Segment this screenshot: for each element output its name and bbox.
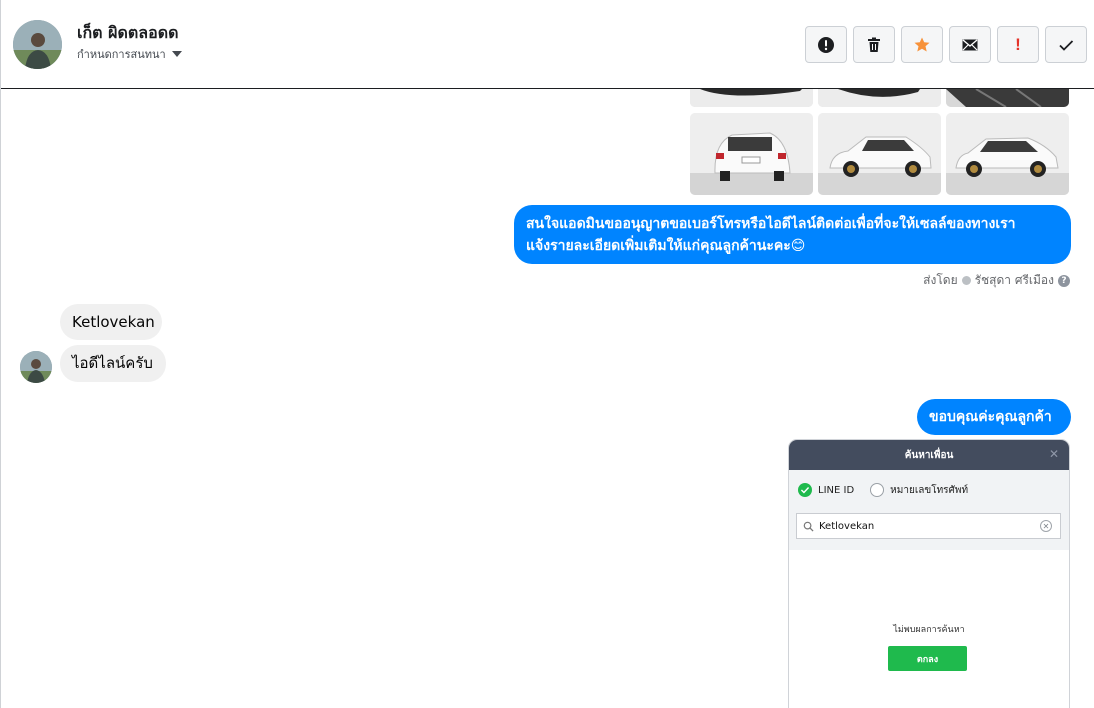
check-circle-icon [798,483,812,497]
conversation-header: เก็ต ผิดตลอดด กำหนดการสนทนา ! [1,0,1094,89]
contact-avatar[interactable] [13,20,62,69]
line-search-options: LINE ID หมายเลขโทรศัพท์ [789,470,1069,510]
line-search-value: Ketlovekan [819,520,875,532]
car-photo-side[interactable] [818,113,941,195]
contact-avatar-small[interactable] [20,351,52,383]
clear-icon: ✕ [1040,520,1052,532]
star-icon [914,37,930,51]
outgoing-message[interactable]: ขอบคุณค่ะคุณลูกค้า [917,399,1071,435]
line-dialog-title-text: ค้นหาเพื่อน [904,449,954,461]
search-icon [803,521,814,532]
line-option-phone: หมายเลขโทรศัพท์ [890,484,969,496]
line-search-field: Ketlovekan ✕ [796,513,1061,539]
star-button[interactable] [901,26,943,63]
mark-done-button[interactable] [1045,26,1087,63]
line-search-screenshot[interactable]: ค้นหาเพื่อน ✕ LINE ID หมายเลขโทรศัพท์ Ke… [789,440,1069,708]
line-empty-text: ไม่พบผลการค้นหา [893,625,965,635]
line-option-id: LINE ID [818,484,855,496]
radio-icon [870,483,885,497]
check-icon [1059,39,1074,51]
exclamation-circle-icon [818,36,834,53]
sent-by-prefix: ส่งโดย [923,273,958,287]
line-search-result: ไม่พบผลการค้นหา ตกลง [789,550,1069,708]
important-label: ! [1015,34,1021,54]
mark-important-button[interactable]: ! [997,26,1039,63]
message-text: ขอบคุณค่ะคุณลูกค้า [929,409,1052,425]
email-button[interactable] [949,26,991,63]
conversation-label-dropdown[interactable]: กำหนดการสนทนา [77,45,182,63]
close-icon: ✕ [1048,447,1059,461]
sent-by-name[interactable]: รัชสุดา ศรีเมือง [975,271,1054,290]
message-text-line: แจ้งรายละเอียดเพิ่มเติมให้แก่คุณลูกค้านะ… [526,238,806,254]
contact-name[interactable]: เก็ต ผิดตลอดด [77,21,178,46]
message-text: Ketlovekan [72,313,155,331]
incoming-message[interactable]: Ketlovekan [60,304,162,340]
agent-dot-icon [961,276,971,285]
line-dialog-title: ค้นหาเพื่อน ✕ [789,440,1069,470]
line-search-bar: Ketlovekan ✕ [789,510,1069,550]
sent-by: ส่งโดย รัชสุดา ศรีเมือง ? [923,271,1070,290]
trash-icon [868,37,880,52]
car-photo[interactable] [946,89,1069,107]
outgoing-message[interactable]: สนใจแอดมินขออนุญาตขอเบอร์โทรหรือไอดีไลน์… [514,205,1071,264]
car-photo-side[interactable] [946,113,1069,195]
car-photo[interactable] [690,89,813,107]
conversation-panel: เก็ต ผิดตลอดด กำหนดการสนทนา ! สนใจแอดมิน… [0,0,1094,708]
envelope-icon [962,38,978,50]
message-text-line: สนใจแอดมินขออนุญาตขอเบอร์โทรหรือไอดีไลน์… [526,216,1016,232]
message-text: ไอดีไลน์ครับ [72,354,153,372]
car-photo[interactable] [818,89,941,107]
line-ok-button: ตกลง [888,646,967,671]
conversation-label-text: กำหนดการสนทนา [77,48,166,61]
delete-button[interactable] [853,26,895,63]
help-icon[interactable]: ? [1058,274,1070,287]
incoming-message[interactable]: ไอดีไลน์ครับ [60,345,166,382]
header-actions: ! [805,26,1087,63]
car-photo-rear[interactable] [690,113,813,195]
report-button[interactable] [805,26,847,63]
caret-down-icon [171,51,182,57]
